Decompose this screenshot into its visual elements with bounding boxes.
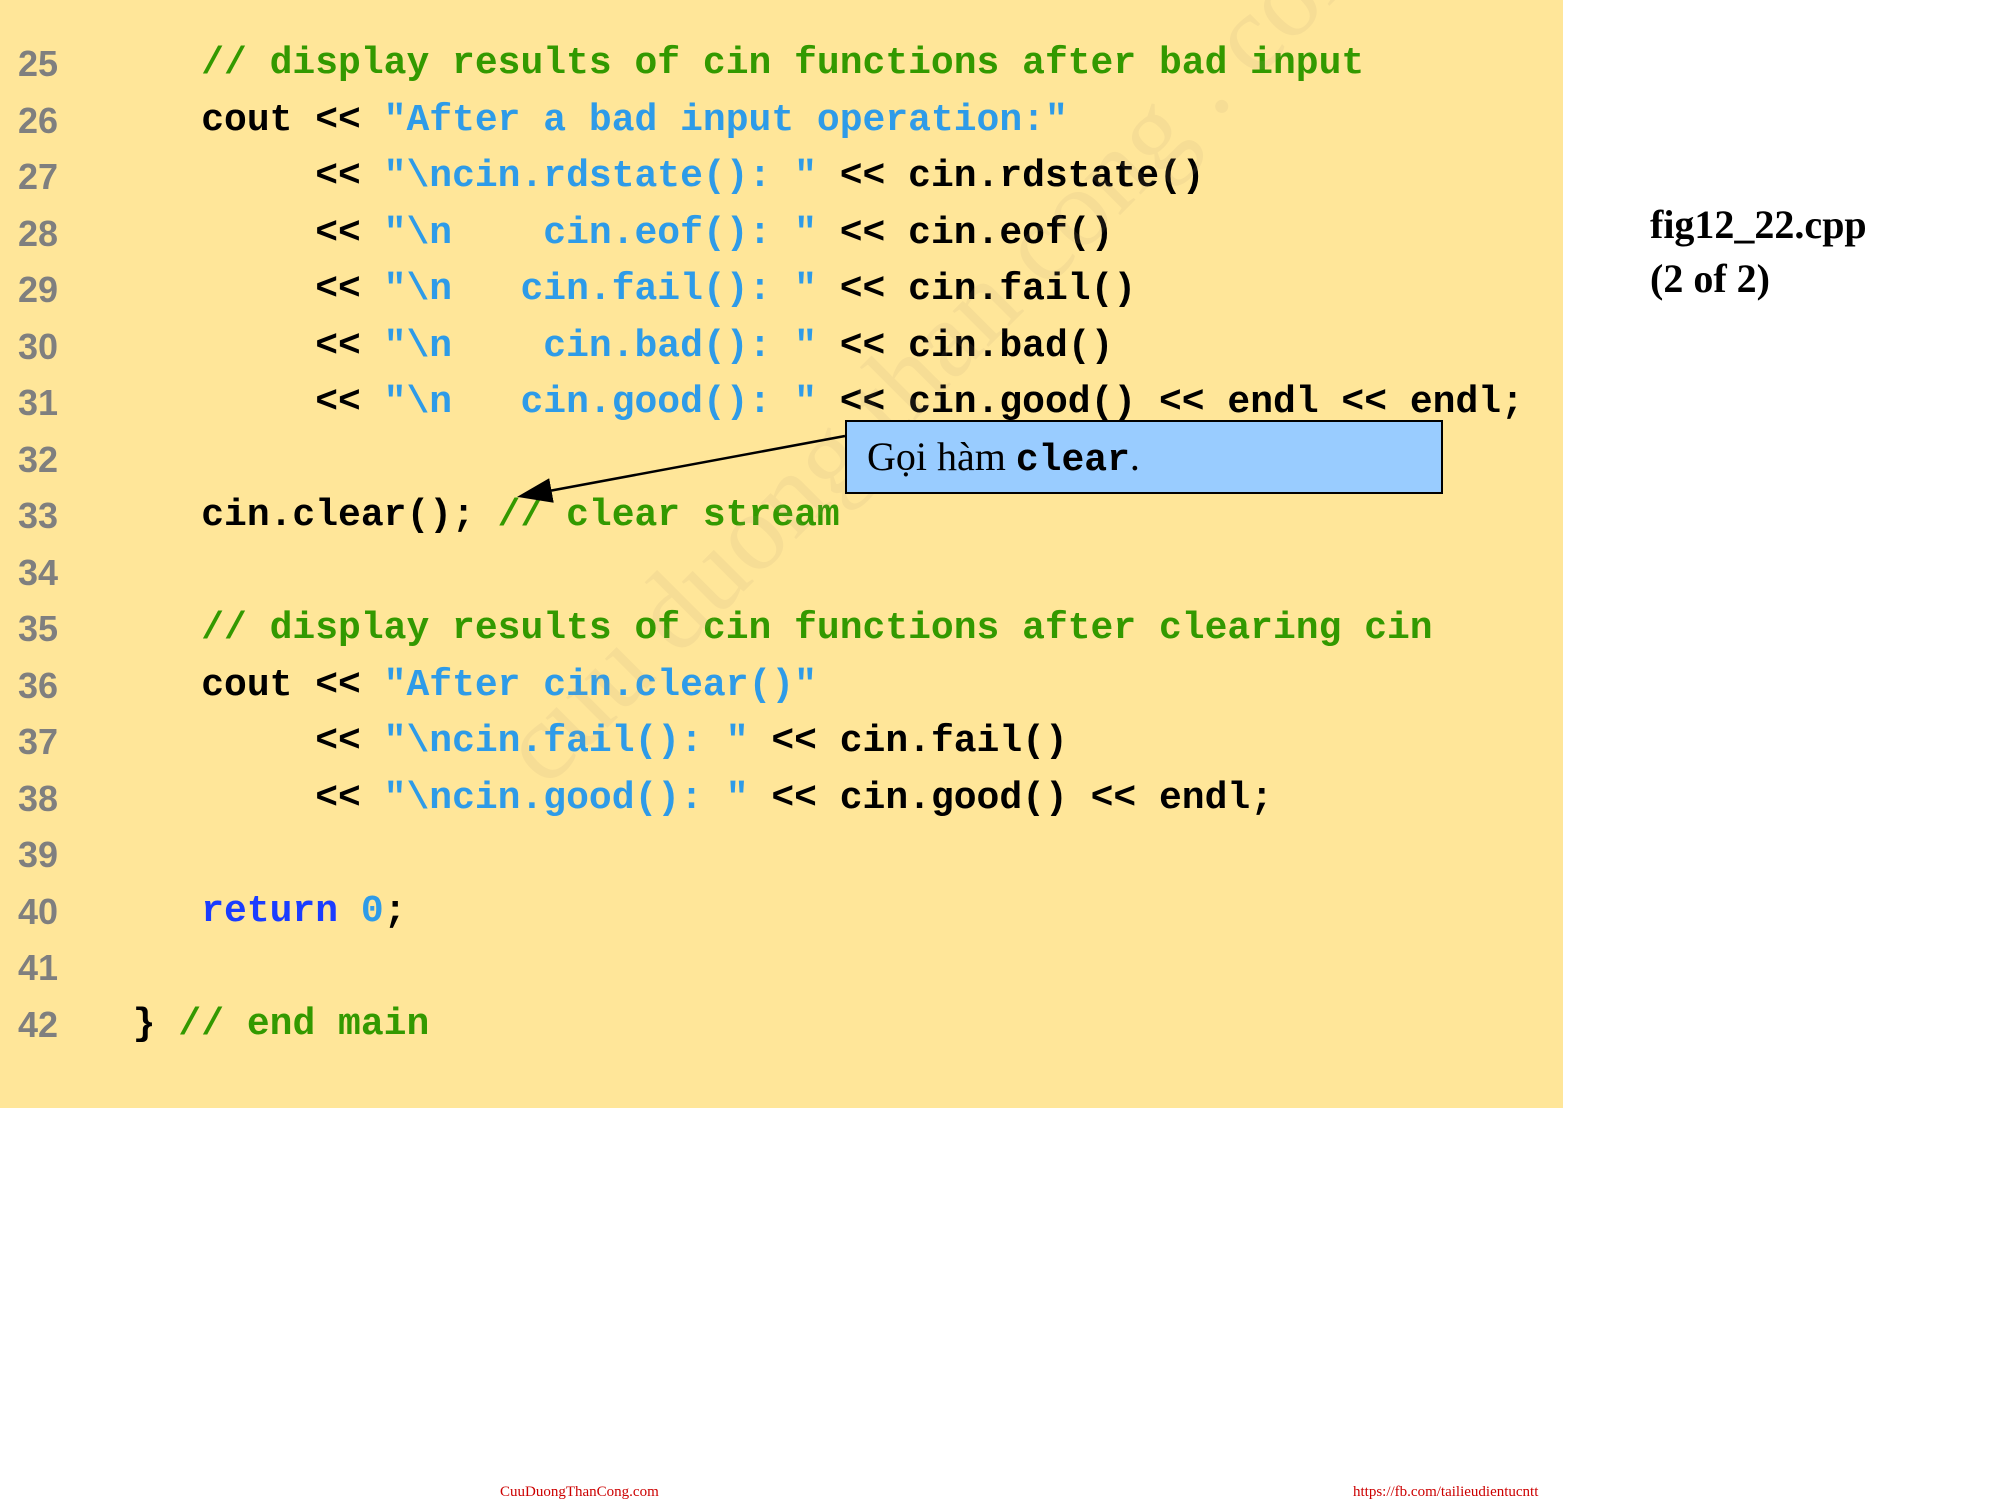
line-number: 27 bbox=[18, 156, 59, 197]
callout-suffix: . bbox=[1129, 434, 1140, 479]
code-line: 29 << "\n cin.fail(): " << cin.fail() bbox=[0, 262, 1563, 318]
code-token-plain: << bbox=[110, 720, 384, 763]
code-text: } // end main bbox=[110, 997, 429, 1053]
line-number: 35 bbox=[18, 608, 59, 649]
code-token-plain: << bbox=[110, 776, 384, 820]
code-token-string: "After a bad input operation:" bbox=[383, 98, 1068, 142]
code-token-plain: cout << bbox=[110, 663, 384, 707]
line-number: 38 bbox=[18, 777, 59, 819]
footer-site-link[interactable]: CuuDuongThanCong.com bbox=[500, 1483, 659, 1501]
code-token-plain: << bbox=[110, 268, 384, 311]
callout-code: clear bbox=[1015, 439, 1130, 482]
code-text: // display results of cin functions afte… bbox=[110, 601, 1433, 657]
code-text: << "\ncin.good(): " << cin.good() << end… bbox=[110, 771, 1273, 827]
line-number: 30 bbox=[18, 325, 59, 367]
line-number: 41 bbox=[18, 947, 59, 988]
code-line: 27 << "\ncin.rdstate(): " << cin.rdstate… bbox=[0, 149, 1563, 205]
code-line: 35 // display results of cin functions a… bbox=[0, 601, 1563, 657]
code-line: 30 << "\n cin.bad(): " << cin.bad() bbox=[0, 319, 1563, 375]
code-token-plain: } bbox=[110, 1002, 179, 1046]
callout-box: Gọi hàm clear. bbox=[845, 420, 1443, 494]
code-line: 40 return 0; bbox=[0, 884, 1563, 940]
line-number: 42 bbox=[18, 1003, 59, 1045]
figure-part: (2 of 2) bbox=[1650, 256, 1770, 301]
code-token-keyword: return bbox=[201, 889, 339, 933]
code-token-string: "\n cin.fail(): " bbox=[383, 268, 817, 311]
code-token-plain: cin.clear(); bbox=[110, 494, 498, 537]
line-number: 31 bbox=[18, 382, 59, 423]
code-line: 41 bbox=[0, 940, 1563, 996]
code-token-plain: << bbox=[110, 381, 384, 424]
code-token-number: 0 bbox=[360, 889, 384, 933]
line-number: 36 bbox=[18, 664, 59, 706]
line-number: 28 bbox=[18, 212, 59, 254]
code-token-comment: // end main bbox=[178, 1002, 430, 1046]
line-number: 39 bbox=[18, 834, 59, 875]
callout-prefix: Gọi hàm bbox=[867, 434, 1016, 479]
line-number: 32 bbox=[18, 438, 59, 480]
code-line: 37 << "\ncin.fail(): " << cin.fail() bbox=[0, 714, 1563, 770]
code-token-plain: << cin.good() << endl; bbox=[748, 776, 1274, 820]
code-token-string: "\n cin.good(): " bbox=[383, 381, 817, 424]
line-number: 26 bbox=[18, 99, 59, 141]
code-line: 36 cout << "After cin.clear()" bbox=[0, 658, 1563, 714]
code-text: return 0; bbox=[110, 884, 406, 940]
code-token-string: "\n cin.bad(): " bbox=[383, 324, 817, 368]
figure-label: fig12_22.cpp (2 of 2) bbox=[1650, 198, 1867, 306]
code-token-plain: ; bbox=[383, 889, 407, 933]
code-text: cout << "After a bad input operation:" bbox=[110, 93, 1068, 149]
code-token-plain: cout << bbox=[110, 98, 384, 142]
line-number: 40 bbox=[18, 890, 59, 932]
code-token-string: "\ncin.rdstate(): " bbox=[383, 155, 817, 198]
line-number: 34 bbox=[18, 551, 59, 593]
code-line: 26 cout << "After a bad input operation:… bbox=[0, 93, 1563, 149]
code-token-plain: << cin.fail() bbox=[748, 720, 1068, 763]
code-line: 38 << "\ncin.good(): " << cin.good() << … bbox=[0, 771, 1563, 827]
code-line: 42 } // end main bbox=[0, 997, 1563, 1053]
code-token-plain: << bbox=[110, 155, 384, 198]
line-number: 33 bbox=[18, 495, 59, 536]
line-number: 25 bbox=[18, 43, 59, 84]
code-line: 39 bbox=[0, 827, 1563, 883]
line-number: 29 bbox=[18, 269, 59, 310]
code-token-plain: << bbox=[110, 211, 384, 255]
line-number: 37 bbox=[18, 721, 59, 762]
code-line: 28 << "\n cin.eof(): " << cin.eof() bbox=[0, 206, 1563, 262]
code-token-comment: // display results of cin functions afte… bbox=[110, 607, 1433, 650]
code-token-string: "\n cin.eof(): " bbox=[383, 211, 817, 255]
footer-facebook-link[interactable]: https://fb.com/tailieudientucntt bbox=[1353, 1483, 1538, 1501]
code-text: cout << "After cin.clear()" bbox=[110, 658, 817, 714]
code-token-plain: << bbox=[110, 324, 384, 368]
figure-file-name: fig12_22.cpp bbox=[1650, 202, 1867, 247]
